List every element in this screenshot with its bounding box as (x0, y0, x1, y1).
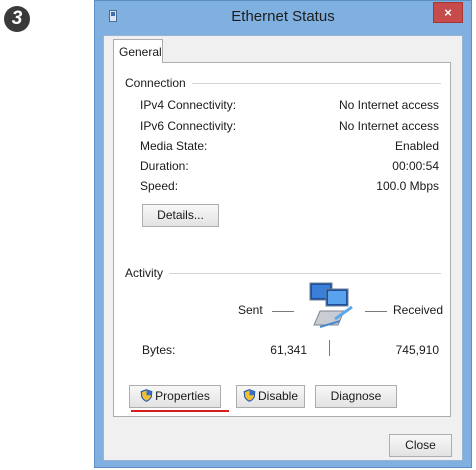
duration-label: Duration: (140, 159, 189, 173)
general-tab-panel: Connection IPv4 Connectivity: No Interne… (113, 62, 451, 417)
sent-dash (272, 311, 294, 312)
activity-group-title: Activity (125, 266, 170, 280)
close-button[interactable]: Close (389, 434, 452, 457)
ipv6-value: No Internet access (338, 119, 439, 133)
bytes-received-value: 745,910 (395, 343, 439, 357)
speed-label: Speed: (140, 179, 179, 193)
activity-divider (329, 340, 330, 356)
dialog-client-area: General Connection IPv4 Connectivity: No… (103, 35, 463, 461)
title-bar[interactable]: Ethernet Status × (95, 1, 471, 35)
media-state-value: Enabled (394, 139, 439, 153)
tab-general[interactable]: General (113, 39, 163, 63)
bytes-sent-value: 61,341 (270, 343, 307, 357)
disable-button-label: Disable (257, 389, 299, 403)
ipv4-label: IPv4 Connectivity: (140, 98, 237, 112)
properties-button-label: Properties (155, 389, 210, 403)
received-dash (365, 311, 387, 312)
diagnose-button[interactable]: Diagnose (315, 385, 397, 408)
disable-button[interactable]: Disable (236, 385, 305, 408)
properties-button[interactable]: Properties (129, 385, 221, 408)
window-title: Ethernet Status (231, 8, 335, 25)
ethernet-status-window: Ethernet Status × General Connection IPv… (94, 0, 472, 468)
received-label: Received (393, 303, 444, 317)
step-number-badge: 3 (4, 6, 30, 32)
uac-shield-icon (243, 389, 256, 402)
network-computers-icon (300, 281, 360, 331)
activity-group-line (125, 273, 441, 274)
sent-label: Sent (238, 303, 263, 317)
details-button[interactable]: Details... (142, 204, 219, 227)
speed-value: 100.0 Mbps (376, 179, 439, 193)
ipv6-label: IPv6 Connectivity: (140, 119, 237, 133)
bytes-label: Bytes: (142, 343, 176, 357)
ipv4-value: No Internet access (338, 98, 439, 112)
title-close-button[interactable]: × (433, 2, 463, 23)
uac-shield-icon (140, 389, 153, 402)
properties-highlight-underline (131, 410, 229, 412)
duration-value: 00:00:54 (392, 159, 439, 173)
connection-group-title: Connection (125, 76, 192, 90)
media-state-label: Media State: (140, 139, 208, 153)
